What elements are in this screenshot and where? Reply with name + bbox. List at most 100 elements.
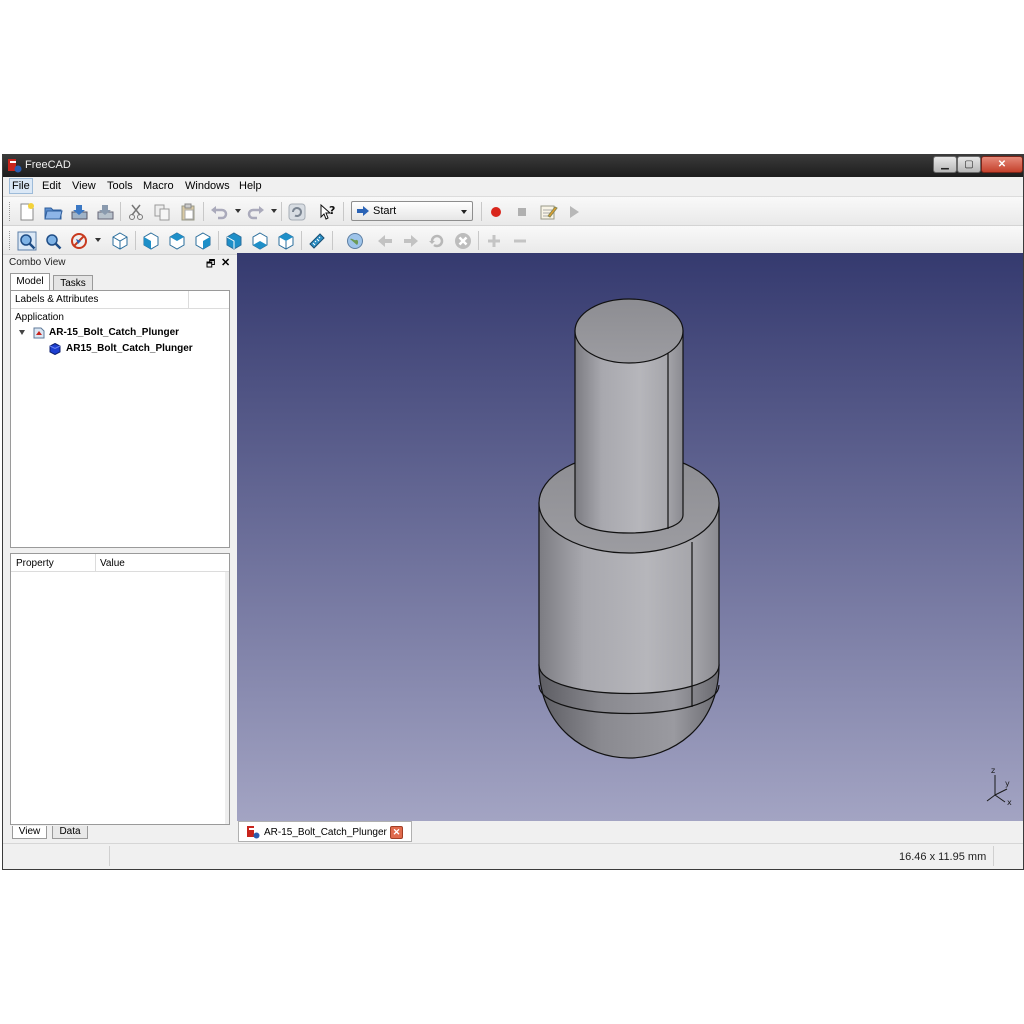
whats-this-icon[interactable]: ? (317, 201, 339, 223)
expand-arrow-icon[interactable] (19, 330, 25, 335)
toolbar-separator (478, 231, 479, 250)
zoom-in-icon[interactable] (483, 230, 505, 252)
menu-tools[interactable]: Tools (105, 180, 135, 192)
standard-toolbar: ? Start (3, 197, 1023, 226)
toolbar-separator (343, 202, 344, 221)
3d-model-canvas[interactable]: z y x (237, 253, 1023, 821)
cut-icon[interactable] (125, 201, 147, 223)
menu-file[interactable]: File (9, 178, 33, 194)
isometric-view-icon[interactable] (109, 230, 131, 252)
document-tab[interactable]: AR-15_Bolt_Catch_Plunger : 1 ✕ (238, 821, 412, 842)
tab-tasks[interactable]: Tasks (53, 275, 93, 291)
save-icon[interactable] (68, 201, 90, 223)
tab-data[interactable]: Data (52, 826, 88, 839)
toolbar-grip[interactable] (9, 202, 12, 221)
edit-macro-icon[interactable] (537, 201, 559, 223)
forward-icon[interactable] (400, 230, 422, 252)
value-column-header: Value (100, 558, 125, 569)
redo-dropdown-icon[interactable] (271, 209, 277, 213)
new-document-icon[interactable] (16, 201, 38, 223)
bottom-view-icon[interactable] (249, 230, 271, 252)
fit-all-icon[interactable] (16, 230, 38, 252)
axis-triad: z y x (986, 766, 1012, 807)
menu-edit[interactable]: Edit (40, 180, 63, 192)
stop-macro-icon[interactable] (511, 201, 533, 223)
axis-label-x: x (1007, 798, 1012, 807)
property-column-header: Property (16, 558, 54, 569)
tab-model[interactable]: Model (10, 273, 50, 290)
save-as-icon[interactable] (94, 201, 116, 223)
menu-windows[interactable]: Windows (183, 180, 232, 192)
top-view-icon[interactable] (166, 230, 188, 252)
draw-style-dropdown-icon[interactable] (95, 238, 101, 242)
toolbar-separator (301, 231, 302, 250)
status-bar: 16.46 x 11.95 mm (3, 843, 1023, 869)
column-divider[interactable] (188, 291, 189, 309)
combo-view-panel: Combo View 🗗 ✕ Model Tasks Labels & Attr… (7, 256, 233, 839)
workbench-selector[interactable]: Start (351, 201, 473, 221)
close-button[interactable]: ✕ (981, 156, 1023, 173)
tree-header-label: Labels & Attributes (15, 294, 99, 305)
toolbar-separator (203, 202, 204, 221)
float-panel-icon[interactable]: 🗗 (206, 257, 215, 274)
reload-icon[interactable] (426, 230, 448, 252)
web-icon[interactable] (344, 230, 366, 252)
redo-icon[interactable] (245, 201, 267, 223)
toolbar-separator (120, 202, 121, 221)
copy-icon[interactable] (151, 201, 173, 223)
property-scrollbar[interactable] (225, 572, 229, 824)
menu-bar: File Edit View Tools Macro Windows Help (3, 177, 1023, 197)
open-icon[interactable] (42, 201, 64, 223)
axis-label-y: y (1005, 779, 1010, 788)
refresh-icon[interactable] (286, 201, 308, 223)
tab-view[interactable]: View (12, 826, 47, 839)
rear-view-icon[interactable] (223, 230, 245, 252)
run-macro-icon[interactable] (563, 201, 585, 223)
status-divider (109, 846, 110, 866)
toolbar-separator (218, 231, 219, 250)
close-tab-icon[interactable]: ✕ (390, 826, 403, 839)
combo-view-title: Combo View (9, 257, 66, 268)
svg-text:?: ? (329, 204, 335, 217)
property-editor: Property Value (10, 553, 230, 825)
right-view-icon[interactable] (192, 230, 214, 252)
undo-dropdown-icon[interactable] (235, 209, 241, 213)
paste-icon[interactable] (177, 201, 199, 223)
toolbar-separator (281, 202, 282, 221)
measure-icon[interactable] (306, 230, 328, 252)
tree-header: Labels & Attributes (11, 291, 229, 309)
back-icon[interactable] (374, 230, 396, 252)
chevron-down-icon (461, 210, 467, 214)
plunger-model[interactable] (538, 298, 720, 821)
3d-viewport[interactable]: z y x (237, 253, 1023, 821)
title-bar: FreeCAD ▁ ▢ ✕ (3, 155, 1023, 177)
toolbar-separator (135, 231, 136, 250)
part-icon (49, 343, 61, 355)
toolbar-separator (332, 231, 333, 250)
front-view-icon[interactable] (140, 230, 162, 252)
toolbar-grip[interactable] (9, 231, 12, 250)
status-divider (993, 846, 994, 866)
close-panel-icon[interactable]: ✕ (221, 256, 230, 269)
menu-help[interactable]: Help (237, 180, 264, 192)
axis-label-z: z (991, 766, 995, 775)
document-tab-label: AR-15_Bolt_Catch_Plunger : 1 (264, 827, 401, 838)
freecad-logo-icon (8, 159, 22, 173)
column-divider[interactable] (95, 554, 96, 572)
zoom-out-icon[interactable] (509, 230, 531, 252)
document-icon (33, 327, 45, 339)
freecad-window: FreeCAD ▁ ▢ ✕ File Edit View Tools Macro… (2, 154, 1024, 870)
tree-part-label: AR15_Bolt_Catch_Plunger (66, 343, 193, 354)
fit-selection-icon[interactable] (42, 230, 64, 252)
tree-document-label: AR-15_Bolt_Catch_Plunger (49, 327, 180, 338)
left-view-icon[interactable] (275, 230, 297, 252)
maximize-button[interactable]: ▢ (957, 156, 981, 173)
menu-view[interactable]: View (70, 180, 98, 192)
record-macro-icon[interactable] (485, 201, 507, 223)
draw-style-icon[interactable] (68, 230, 90, 252)
minimize-button[interactable]: ▁ (933, 156, 957, 173)
undo-icon[interactable] (208, 201, 230, 223)
menu-macro[interactable]: Macro (141, 180, 176, 192)
stop-icon[interactable] (452, 230, 474, 252)
tree-section-application: Application (15, 312, 64, 323)
